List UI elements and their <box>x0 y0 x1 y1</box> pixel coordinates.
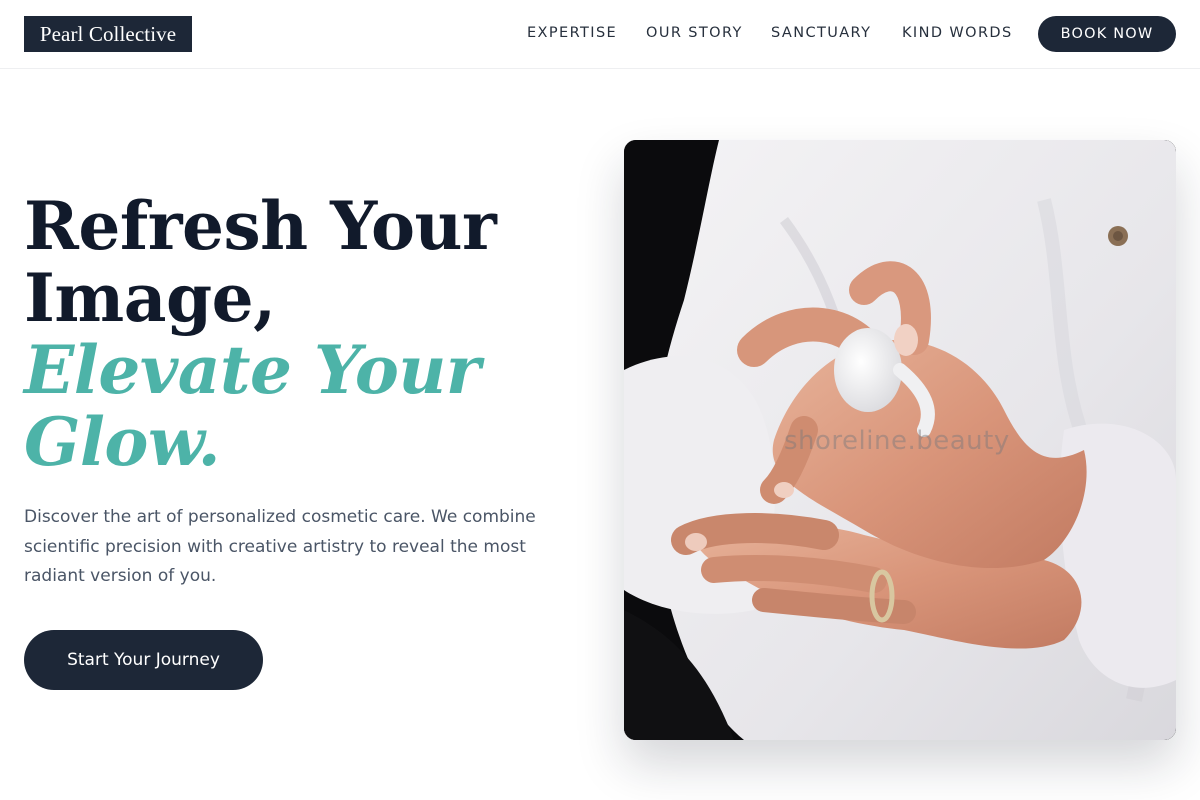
headline-accent-line-1: Elevate Your <box>24 331 481 409</box>
brand-logo[interactable]: Pearl Collective <box>24 16 192 52</box>
start-journey-button[interactable]: Start Your Journey <box>24 630 263 690</box>
headline-line-2: Image, <box>24 259 276 337</box>
hero-image: shoreline.beauty <box>624 140 1176 740</box>
headline-line-1: Refresh Your <box>24 187 497 265</box>
hero-headline: Refresh Your Image, Elevate Your Glow. <box>24 190 544 478</box>
site-header: Pearl Collective EXPERTISE OUR STORY SAN… <box>0 0 1200 69</box>
nav-link-sanctuary[interactable]: SANCTUARY <box>771 24 871 42</box>
image-watermark: shoreline.beauty <box>784 426 1010 456</box>
nav-link-kind-words[interactable]: KIND WORDS <box>902 24 1013 42</box>
nav-link-our-story[interactable]: OUR STORY <box>646 24 743 42</box>
headline-accent-line-2: Glow. <box>24 403 221 481</box>
book-now-button[interactable]: BOOK NOW <box>1038 16 1176 52</box>
hero-description: Discover the art of personalized cosmeti… <box>24 507 536 586</box>
nav-link-expertise[interactable]: EXPERTISE <box>527 24 617 42</box>
